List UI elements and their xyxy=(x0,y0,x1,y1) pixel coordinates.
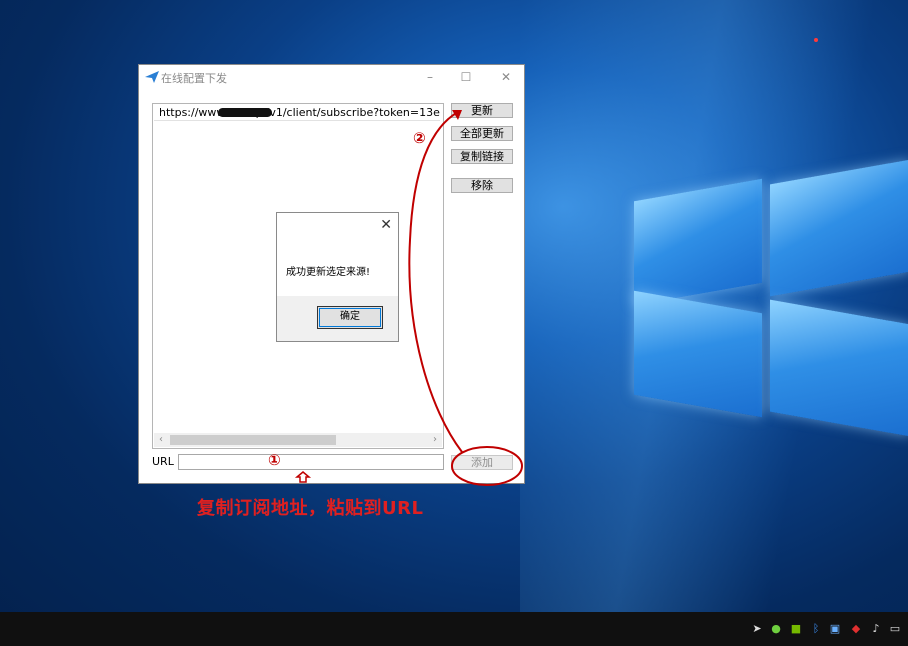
nvidia-icon[interactable]: ■ xyxy=(789,622,803,636)
annotation-overlay xyxy=(294,110,523,486)
annotation-arrow-line xyxy=(408,111,463,453)
network-icon[interactable]: ▣ xyxy=(828,622,842,636)
step-1-marker: ① xyxy=(268,451,281,469)
shield-icon[interactable]: ◆ xyxy=(849,622,863,636)
taskbar: ➤ ● ■ ᛒ ▣ ◆ ♪ ▭ xyxy=(0,612,908,646)
security-icon[interactable]: ● xyxy=(769,622,783,636)
battery-icon[interactable]: ▭ xyxy=(888,622,902,636)
step-2-marker: ② xyxy=(413,129,426,147)
annotation-caption: 复制订阅地址，粘贴到URL xyxy=(197,498,424,519)
paper-plane-icon[interactable]: ➤ xyxy=(750,622,764,636)
speaker-muted-icon[interactable]: ♪ xyxy=(869,622,883,636)
up-arrow-icon xyxy=(294,471,312,483)
bluetooth-icon[interactable]: ᛒ xyxy=(809,622,823,636)
add-button-highlight xyxy=(451,446,523,486)
